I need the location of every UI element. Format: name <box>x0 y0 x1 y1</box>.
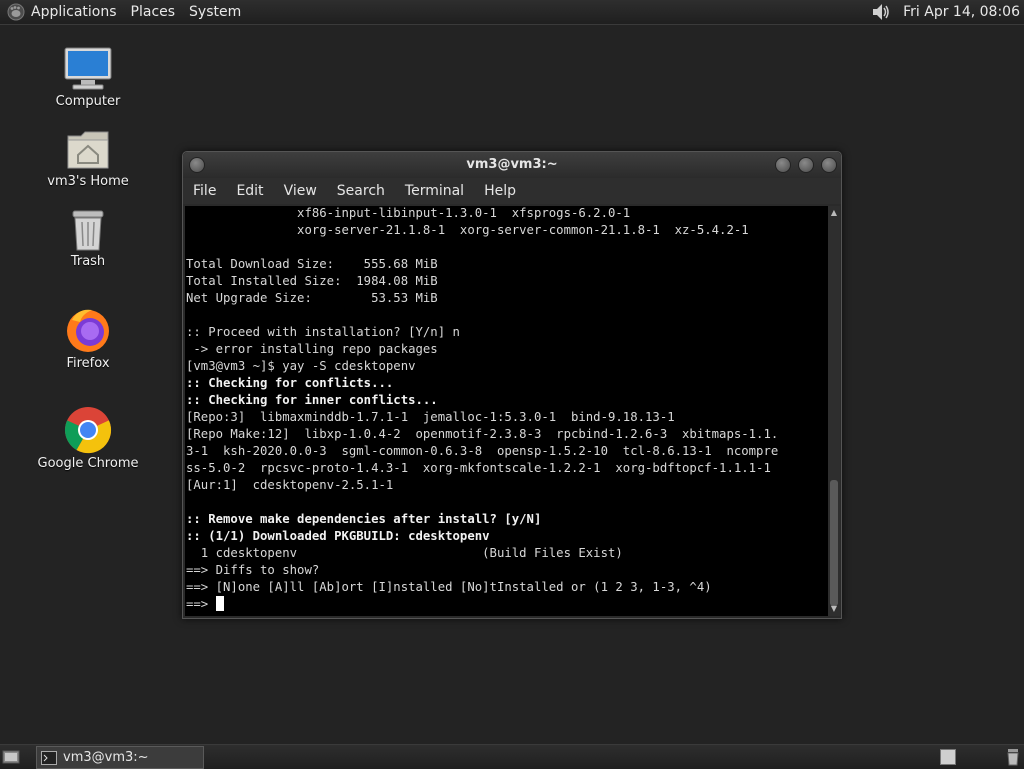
terminal-line-text: :: (1/1) Downloaded PKGBUILD: cdesktopen… <box>186 529 490 543</box>
terminal-line-text: [Repo Make:12] libxp-1.0.4-2 openmotif-2… <box>186 427 779 441</box>
menu-view[interactable]: View <box>274 183 327 199</box>
terminal-cursor <box>215 596 224 611</box>
terminal-line-text: :: Checking for inner conflicts... <box>186 393 438 407</box>
home-folder-icon <box>67 131 109 169</box>
terminal-line: 1 cdesktopenv (Build Files Exist) <box>186 545 623 562</box>
menu-places[interactable]: Places <box>131 4 176 20</box>
terminal-line: xf86-input-libinput-1.3.0-1 xfsprogs-6.2… <box>186 206 630 222</box>
menu-terminal[interactable]: Terminal <box>395 183 474 199</box>
terminal-line-text: [Aur:1] cdesktopenv-2.5.1-1 <box>186 478 394 492</box>
show-desktop-icon[interactable] <box>2 748 20 766</box>
desktop-icon-label: Google Chrome <box>37 456 139 471</box>
terminal-line: ==> Diffs to show? <box>186 562 319 579</box>
scrollbar-thumb[interactable] <box>830 480 838 606</box>
top-panel-tray: Fri Apr 14, 08:06 <box>871 0 1020 24</box>
scroll-up-arrow-icon[interactable]: ▲ <box>829 208 839 218</box>
terminal-line: xorg-server-21.1.8-1 xorg-server-common-… <box>186 222 749 239</box>
terminal-line-text: ss-5.0-2 rpcsvc-proto-1.4.3-1 xorg-mkfon… <box>186 461 771 475</box>
desktop-icon-label: Firefox <box>66 356 110 371</box>
firefox-icon <box>67 309 109 352</box>
menu-edit[interactable]: Edit <box>226 183 273 199</box>
trash-applet-icon[interactable] <box>1006 748 1020 766</box>
desktop-icon-trash[interactable]: Trash <box>33 208 143 269</box>
window-menubar: File Edit View Search Terminal Help <box>183 178 841 204</box>
terminal-output[interactable]: xf86-input-libinput-1.3.0-1 xfsprogs-6.2… <box>185 206 828 616</box>
terminal-line: Total Download Size: 555.68 MiB <box>186 256 438 273</box>
terminal-line: [vm3@vm3 ~]$ yay -S cdesktopenv <box>186 358 416 375</box>
terminal-line: :: Checking for conflicts... <box>186 375 393 392</box>
terminal-line-text: :: Remove make dependencies after instal… <box>186 512 542 526</box>
maximize-button[interactable] <box>798 157 814 173</box>
terminal-line-text: ==> Diffs to show? <box>186 563 320 577</box>
desktop-icon-label: Trash <box>70 254 106 269</box>
bottom-panel: vm3@vm3:~ <box>0 744 1024 769</box>
desktop-icon-chrome[interactable]: Google Chrome <box>33 406 143 471</box>
terminal-line: Net Upgrade Size: 53.53 MiB <box>186 290 438 307</box>
close-button[interactable] <box>821 157 837 173</box>
terminal-line: :: Proceed with installation? [Y/n] n <box>186 324 460 341</box>
terminal-line: [Repo:3] libmaxminddb-1.7.1-1 jemalloc-1… <box>186 409 675 426</box>
terminal-line: -> error installing repo packages <box>186 341 438 358</box>
menu-file[interactable]: File <box>183 183 226 199</box>
terminal-line-text: Total Download Size: 555.68 MiB <box>186 257 438 271</box>
terminal-line-text: :: Proceed with installation? [Y/n] n <box>186 325 460 339</box>
desktop-icon-firefox[interactable]: Firefox <box>33 306 143 371</box>
desktop-icon-label: Computer <box>55 94 121 109</box>
taskbar-label: vm3@vm3:~ <box>63 750 149 765</box>
terminal-line-text: :: Checking for conflicts... <box>186 376 394 390</box>
clock[interactable]: Fri Apr 14, 08:06 <box>903 4 1020 20</box>
terminal-line-text: Total Installed Size: 1984.08 MiB <box>186 274 438 288</box>
trash-icon <box>72 210 104 251</box>
terminal-line-text: -> error installing repo packages <box>186 342 438 356</box>
terminal-icon <box>41 750 57 765</box>
terminal-line-text: [Repo:3] libmaxminddb-1.7.1-1 jemalloc-1… <box>186 410 675 424</box>
terminal-scrollbar[interactable]: ▲ ▼ <box>828 206 840 616</box>
desktop-icon-computer[interactable]: Computer <box>33 46 143 109</box>
chrome-icon <box>64 407 112 454</box>
terminal-line-text: xf86-input-libinput-1.3.0-1 xfsprogs-6.2… <box>186 206 631 220</box>
terminal-line-text: [vm3@vm3 ~]$ yay -S cdesktopenv <box>186 359 416 373</box>
terminal-line: :: Remove make dependencies after instal… <box>186 511 541 528</box>
minimize-button[interactable] <box>775 157 791 173</box>
taskbar-terminal-button[interactable]: vm3@vm3:~ <box>36 746 204 769</box>
terminal-line: [Repo Make:12] libxp-1.0.4-2 openmotif-2… <box>186 426 778 443</box>
terminal-line-text: 3-1 ksh-2020.0.0-3 sgml-common-0.6.3-8 o… <box>186 444 779 458</box>
menu-system[interactable]: System <box>189 4 241 20</box>
terminal-line: 3-1 ksh-2020.0.0-3 sgml-common-0.6.3-8 o… <box>186 443 778 460</box>
terminal-line: ==> [N]one [A]ll [Ab]ort [I]nstalled [No… <box>186 579 712 596</box>
window-title: vm3@vm3:~ <box>466 157 558 172</box>
computer-icon <box>64 47 112 90</box>
gnome-foot-icon[interactable] <box>7 3 25 21</box>
terminal-line: ss-5.0-2 rpcsvc-proto-1.4.3-1 xorg-mkfon… <box>186 460 771 477</box>
menu-help[interactable]: Help <box>474 183 526 199</box>
terminal-line: :: (1/1) Downloaded PKGBUILD: cdesktopen… <box>186 528 490 545</box>
workspace-switcher[interactable] <box>940 749 956 765</box>
top-panel: Applications Places System Fri Apr 14, 0… <box>0 0 1024 25</box>
menu-applications[interactable]: Applications <box>31 4 117 20</box>
scroll-down-arrow-icon[interactable]: ▼ <box>829 604 839 614</box>
menu-search[interactable]: Search <box>327 183 395 199</box>
terminal-line-text: ==> [N]one [A]ll [Ab]ort [I]nstalled [No… <box>186 580 712 594</box>
window-titlebar[interactable]: vm3@vm3:~ <box>183 152 841 178</box>
volume-icon[interactable] <box>871 2 893 22</box>
desktop-icon-home[interactable]: vm3's Home <box>33 128 143 189</box>
terminal-line-text: ==> <box>186 597 216 611</box>
terminal-line: [Aur:1] cdesktopenv-2.5.1-1 <box>186 477 393 494</box>
desktop-icon-label: vm3's Home <box>47 174 129 189</box>
terminal-line: :: Checking for inner conflicts... <box>186 392 438 409</box>
terminal-line-text: 1 cdesktopenv (Build Files Exist) <box>186 546 623 560</box>
terminal-window[interactable]: vm3@vm3:~ File Edit View Search Terminal… <box>182 151 842 619</box>
terminal-line-text: Net Upgrade Size: 53.53 MiB <box>186 291 438 305</box>
terminal-line-text: xorg-server-21.1.8-1 xorg-server-common-… <box>186 223 749 237</box>
terminal-line: ==> <box>186 596 224 613</box>
terminal-line: Total Installed Size: 1984.08 MiB <box>186 273 438 290</box>
